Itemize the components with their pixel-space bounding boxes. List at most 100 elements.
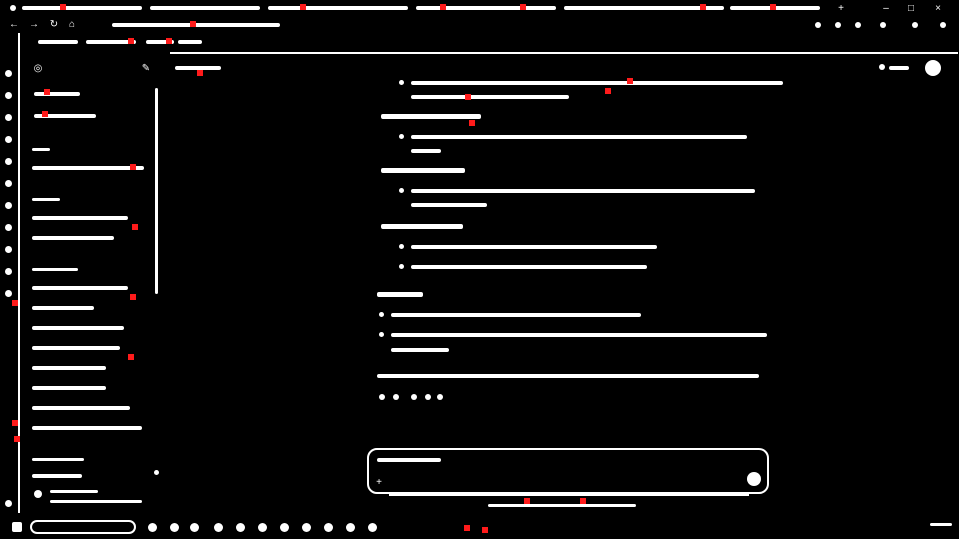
chat-history-item[interactable] [32, 326, 124, 330]
chat-history-item[interactable] [32, 474, 82, 478]
minimize-icon[interactable]: – [880, 2, 892, 14]
sidebar-section-heading [32, 198, 60, 201]
chat-history-item[interactable] [32, 346, 120, 350]
response-marker [465, 94, 471, 100]
speaker-icon[interactable] [425, 394, 431, 400]
copy-icon[interactable] [379, 394, 385, 400]
taskbar-app-icon[interactable] [324, 523, 333, 532]
sidebar-marker [132, 224, 138, 230]
list-bullet [399, 244, 404, 249]
browser-tab[interactable] [416, 6, 556, 10]
composer-input[interactable] [377, 458, 441, 462]
rail-settings-icon[interactable] [5, 500, 12, 507]
taskbar-search[interactable] [30, 520, 136, 534]
taskbar-app-icon[interactable] [368, 523, 377, 532]
chat-history-item[interactable] [32, 386, 106, 390]
close-window-icon[interactable]: × [932, 2, 944, 14]
taskbar-app-icon[interactable] [302, 523, 311, 532]
taskbar-clock [930, 523, 952, 526]
chat-history-item[interactable] [32, 216, 128, 220]
rail-icon[interactable] [5, 136, 12, 143]
taskbar-app-icon[interactable] [190, 523, 199, 532]
regenerate-icon[interactable] [437, 394, 443, 400]
tab-marker [700, 4, 706, 10]
window-menu-icon[interactable] [10, 5, 16, 11]
rail-icon[interactable] [5, 114, 12, 121]
response-line [411, 95, 569, 99]
chat-history-item[interactable] [32, 166, 144, 170]
rail-icon[interactable] [5, 92, 12, 99]
bookmark[interactable] [178, 40, 202, 44]
rail-icon[interactable] [5, 158, 12, 165]
taskbar-app-icon[interactable] [280, 523, 289, 532]
response-marker [469, 120, 475, 126]
back-icon[interactable]: ← [8, 18, 20, 30]
rail-icon[interactable] [5, 268, 12, 275]
message-composer[interactable]: + [367, 448, 769, 496]
rail-icon[interactable] [5, 224, 12, 231]
thumbs-down-icon[interactable] [411, 394, 417, 400]
new-tab-icon[interactable]: + [835, 2, 847, 14]
chat-history-item[interactable] [32, 306, 94, 310]
sidebar-marker [130, 164, 136, 170]
sidebar-marker [128, 354, 134, 360]
user-name[interactable] [50, 490, 98, 493]
response-line [411, 245, 657, 249]
share-button[interactable] [889, 66, 909, 70]
bookmark[interactable] [38, 40, 78, 44]
chat-history-item[interactable] [32, 406, 130, 410]
extension-icon[interactable] [835, 22, 841, 28]
taskbar-app-icon[interactable] [236, 523, 245, 532]
taskbar-app-icon[interactable] [170, 523, 179, 532]
send-icon[interactable] [747, 472, 761, 486]
user-avatar[interactable] [34, 490, 42, 498]
browser-tab[interactable] [22, 6, 142, 10]
taskbar-app-icon[interactable] [148, 523, 157, 532]
reload-icon[interactable]: ↻ [48, 18, 60, 30]
browser-tab[interactable] [268, 6, 408, 10]
forward-icon[interactable]: → [28, 18, 40, 30]
sidebar-section-heading [32, 148, 50, 151]
chat-history-item[interactable] [32, 366, 106, 370]
list-bullet [379, 312, 384, 317]
attach-icon[interactable]: + [373, 476, 385, 488]
sidebar-scrollbar[interactable] [155, 88, 158, 294]
menu-icon[interactable] [940, 22, 946, 28]
thumbs-up-icon[interactable] [393, 394, 399, 400]
address-bar[interactable] [112, 23, 280, 27]
taskbar-app-icon[interactable] [346, 523, 355, 532]
taskbar-app-icon[interactable] [258, 523, 267, 532]
rail-icon[interactable] [5, 70, 12, 77]
chat-history-item[interactable] [32, 426, 142, 430]
rail-icon[interactable] [5, 246, 12, 253]
home-icon[interactable]: ⌂ [66, 18, 78, 30]
taskbar-app-icon[interactable] [214, 523, 223, 532]
chat-history-item[interactable] [32, 236, 114, 240]
sidebar-marker [130, 294, 136, 300]
account-avatar[interactable] [925, 60, 941, 76]
response-subheading [381, 224, 463, 229]
chat-options-icon[interactable] [154, 470, 159, 475]
chat-history-item[interactable] [32, 286, 128, 290]
maximize-icon[interactable]: □ [905, 2, 917, 14]
sidebar-toggle-icon[interactable]: ◎ [32, 62, 44, 74]
browser-toolbar: ← → ↻ ⌂ [0, 18, 959, 32]
bookmark-marker [166, 38, 172, 44]
rail-icon[interactable] [5, 290, 12, 297]
profile-icon[interactable] [880, 22, 886, 28]
sidebar-marker [42, 111, 48, 117]
response-line [411, 149, 441, 153]
start-icon[interactable] [12, 522, 22, 532]
sidebar-marker [44, 89, 50, 95]
rail-icon[interactable] [5, 202, 12, 209]
downloads-icon[interactable] [912, 22, 918, 28]
rail-icon[interactable] [5, 180, 12, 187]
extension-icon[interactable] [815, 22, 821, 28]
response-marker [627, 78, 633, 84]
composer-marker [580, 498, 586, 504]
new-chat-icon[interactable]: ✎ [140, 62, 152, 74]
browser-tab[interactable] [150, 6, 260, 10]
extension-icon[interactable] [855, 22, 861, 28]
new-chat-button[interactable] [34, 92, 80, 96]
share-icon[interactable] [879, 64, 885, 70]
